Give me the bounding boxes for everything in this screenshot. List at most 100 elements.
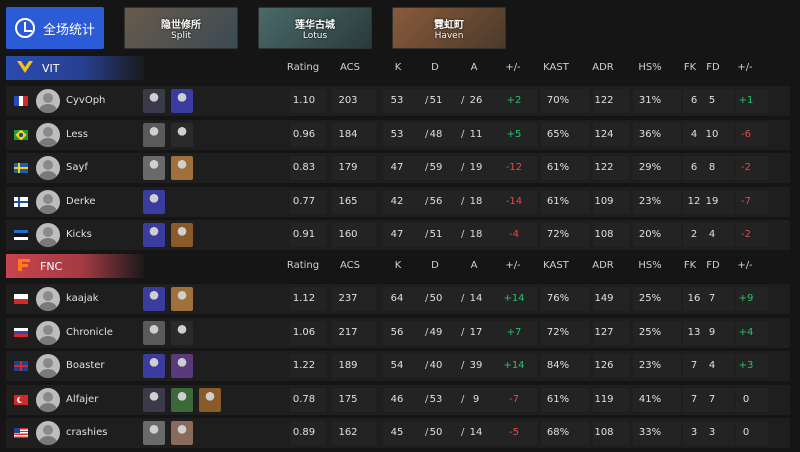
- player-name[interactable]: Alfajer: [66, 394, 98, 405]
- column-header-k: K: [394, 62, 402, 73]
- player-avatar: [36, 354, 60, 378]
- flag-fi-icon: [14, 196, 28, 207]
- player-row[interactable]: Chronicle //1.06 217 56 49 17 +7 72% 127 25% 13 9 +4: [6, 317, 790, 348]
- stat-fd: 7: [708, 293, 716, 304]
- player-avatar: [36, 189, 60, 214]
- map-name-cn: 莲华古城: [295, 20, 335, 31]
- stat-rating: 1.22: [292, 360, 316, 371]
- column-header-hs: HS%: [638, 62, 662, 73]
- team-name: FNC: [40, 259, 63, 273]
- stats-icon: [14, 18, 35, 38]
- stat-acs: 203: [338, 95, 358, 106]
- stat-fpm: +9: [738, 293, 754, 304]
- stat-pm: +2: [506, 95, 522, 106]
- player-name[interactable]: Kicks: [66, 229, 92, 240]
- map-tab-lotus[interactable]: 莲华古城 Lotus: [258, 7, 372, 49]
- stat-acs: 160: [338, 229, 358, 240]
- column-header-k: K: [394, 260, 402, 271]
- stat-k: 47: [390, 229, 404, 240]
- stat-kast: 65%: [546, 128, 570, 140]
- stat-hs: 29%: [638, 162, 662, 173]
- stat-fd: 5: [708, 95, 716, 106]
- stat-a: 18: [469, 229, 483, 240]
- player-row[interactable]: Derke //0.77 165 42 56 18 -14 61% 109 23% 12 19 -7: [6, 186, 790, 217]
- map-name-cn: 霓虹町: [434, 20, 464, 31]
- flag-br-icon: [14, 129, 28, 140]
- stat-k: 47: [390, 162, 404, 173]
- player-name[interactable]: Boaster: [66, 360, 105, 371]
- agent-icon: [171, 287, 193, 311]
- stat-hs: 36%: [638, 128, 662, 140]
- stat-d: 40: [429, 360, 443, 371]
- team-logo-icon: [16, 59, 34, 78]
- stat-fd: 19: [705, 195, 719, 207]
- stat-hs: 41%: [638, 393, 662, 405]
- map-tab-haven[interactable]: 霓虹町 Haven: [392, 7, 506, 49]
- stat-fpm: -2: [741, 162, 751, 173]
- stat-adr: 127: [594, 326, 614, 338]
- agent-icon: [143, 189, 165, 214]
- flag-gb-icon: [14, 361, 28, 371]
- map-name-cn: 隐世修所: [161, 20, 201, 31]
- team-header-fnc: FNC Rating ACS K D A +/- KAST ADR HS% FK FD +/-: [0, 254, 800, 278]
- stat-pm: +14: [503, 293, 525, 304]
- player-name[interactable]: Sayf: [66, 162, 88, 173]
- map-tab-split[interactable]: 隐世修所 Split: [124, 7, 238, 49]
- stat-fpm: +1: [738, 95, 754, 106]
- stat-k: 64: [390, 293, 404, 304]
- stat-fpm: +3: [738, 360, 754, 371]
- stat-d: 53: [429, 393, 443, 405]
- overall-stats-button[interactable]: 全场统计: [6, 7, 104, 49]
- player-name[interactable]: crashies: [66, 427, 107, 438]
- stat-rating: 0.83: [292, 162, 316, 173]
- column-header-acs: ACS: [340, 62, 360, 73]
- stat-fd: 3: [708, 427, 716, 438]
- overall-stats-label: 全场统计: [42, 22, 95, 38]
- player-avatar: [36, 320, 60, 345]
- stat-kast: 72%: [546, 326, 570, 338]
- stat-pm: +7: [506, 326, 522, 338]
- player-name[interactable]: Derke: [66, 196, 96, 207]
- stat-kast: 68%: [546, 427, 570, 438]
- player-row[interactable]: Less //0.96 184 53 48 11 +5 65% 124 36% 4 10 -6: [6, 119, 790, 150]
- player-row[interactable]: Alfajer //0.78 175 46 53 9 -7 61% 119 41% 7 7 0: [6, 384, 790, 415]
- agent-icon: [171, 320, 193, 345]
- stat-d: 59: [429, 162, 443, 173]
- team-badge: VIT: [6, 56, 144, 80]
- map-name-en: Haven: [434, 31, 464, 41]
- player-row[interactable]: Boaster //1.22 189 54 40 39 +14 84% 126 23% 7 4 +3: [6, 351, 790, 381]
- player-row[interactable]: Sayf //0.83 179 47 59 19 -12 61% 122 29% 6 8 -2: [6, 153, 790, 183]
- flag-pl-icon: [14, 294, 28, 304]
- stat-k: 46: [390, 393, 404, 405]
- column-header-fpm: +/-: [737, 260, 753, 271]
- agent-icon: [171, 156, 193, 180]
- stat-a: 26: [469, 95, 483, 106]
- stat-rating: 1.06: [292, 326, 316, 338]
- stat-adr: 149: [594, 293, 614, 304]
- stat-fpm: -6: [741, 128, 751, 140]
- player-row[interactable]: Kicks //0.91 160 47 51 18 -4 72% 108 20% 2 4 -2: [6, 220, 790, 250]
- stat-acs: 179: [338, 162, 358, 173]
- stat-k: 53: [390, 95, 404, 106]
- stat-fpm: -2: [741, 229, 751, 240]
- stat-rating: 0.89: [292, 427, 316, 438]
- column-header-kast: KAST: [543, 260, 569, 271]
- player-name[interactable]: CyvOph: [66, 95, 105, 106]
- player-row[interactable]: kaajak //1.12 237 64 50 14 +14 76% 149 25% 16 7 +9: [6, 284, 790, 314]
- player-name[interactable]: Chronicle: [66, 327, 113, 338]
- stat-pm: -7: [509, 393, 519, 405]
- stat-d: 49: [429, 326, 443, 338]
- stat-kast: 76%: [546, 293, 570, 304]
- team-badge: FNC: [6, 254, 144, 278]
- flag-ru-icon: [14, 327, 28, 338]
- stat-a: 14: [469, 293, 483, 304]
- player-row[interactable]: CyvOph //1.10 203 53 51 26 +2 70% 122 31% 6 5 +1: [6, 86, 790, 116]
- stat-adr: 122: [594, 162, 614, 173]
- player-name[interactable]: kaajak: [66, 293, 99, 304]
- player-name[interactable]: Less: [66, 129, 88, 140]
- stat-fpm: 0: [742, 427, 750, 438]
- player-row[interactable]: crashies //0.89 162 45 50 14 -5 68% 108 33% 3 3 0: [6, 418, 790, 448]
- agent-icon: [199, 387, 221, 412]
- agent-icon: [171, 421, 193, 445]
- stat-d: 48: [429, 128, 443, 140]
